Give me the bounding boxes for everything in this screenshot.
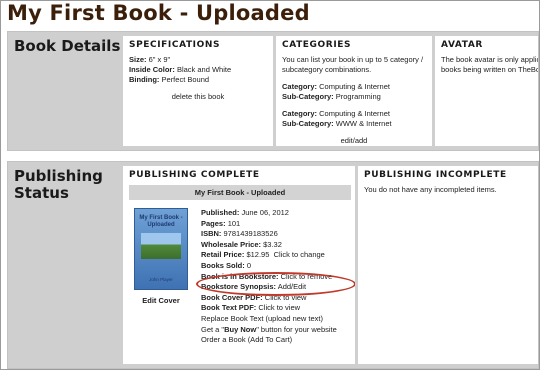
- publishing-incomplete-header: PUBLISHING INCOMPLETE: [364, 170, 507, 180]
- view-text-pdf-link[interactable]: Click to view: [258, 303, 300, 312]
- avatar-header: AVATAR: [441, 40, 483, 50]
- edit-cover-link[interactable]: Edit Cover: [128, 296, 194, 305]
- replace-text-link[interactable]: Replace Book Text (upload new text): [201, 314, 337, 325]
- cover-title: My First Book - Uploaded: [139, 215, 183, 228]
- incomplete-message: You do not have any incompleted items.: [364, 185, 497, 194]
- change-price-link[interactable]: Click to change: [274, 250, 325, 259]
- publishing-incomplete-panel: PUBLISHING INCOMPLETE You do not have an…: [358, 166, 538, 364]
- spec-inside-color: Inside Color: Black and White: [129, 65, 232, 74]
- published-date: Published: June 06, 2012: [201, 208, 289, 217]
- publishing-complete-header: PUBLISHING COMPLETE: [129, 170, 260, 180]
- categories-panel: CATEGORIES You can list your book in up …: [276, 36, 432, 146]
- subcategory-1: Sub-Category: Programming: [282, 92, 381, 101]
- categories-header: CATEGORIES: [282, 40, 352, 50]
- specifications-header: SPECIFICATIONS: [129, 40, 221, 50]
- book-details-label: Book Details: [14, 37, 121, 55]
- isbn: ISBN: 9781439183526: [201, 229, 278, 239]
- screenshot-frame: My First Book - Uploaded Book Details SP…: [0, 0, 540, 370]
- edit-categories-link[interactable]: edit/add: [282, 136, 426, 146]
- avatar-text-1: The book avatar is only applica: [441, 55, 538, 64]
- spec-size: Size: 6" x 9": [129, 55, 171, 64]
- specifications-panel: SPECIFICATIONS Size: 6" x 9" Inside Colo…: [123, 36, 273, 146]
- page-title: My First Book - Uploaded: [7, 1, 310, 25]
- cover-author: John Player: [149, 277, 173, 282]
- categories-intro-1: You can list your book in up to 5 catego…: [282, 55, 424, 64]
- book-title-banner: My First Book - Uploaded: [129, 185, 351, 200]
- retail-price: Retail Price: $12.95 Click to change: [201, 250, 325, 260]
- subcategory-2: Sub-Category: WWW & Internet: [282, 119, 392, 128]
- order-book-link[interactable]: Order a Book (Add To Cart): [201, 335, 337, 346]
- text-pdf: Book Text PDF: Click to view: [201, 303, 301, 313]
- avatar-text-2: books being written on TheBoo: [441, 65, 538, 74]
- buy-now-link[interactable]: Get a "Buy Now" button for your website: [201, 325, 337, 336]
- cover-landscape-picture: [141, 233, 181, 259]
- book-cover-image[interactable]: My First Book - Uploaded John Player: [134, 208, 188, 290]
- page-count: Pages: 101: [201, 218, 241, 228]
- book-details-section: Book Details SPECIFICATIONS Size: 6" x 9…: [7, 31, 539, 151]
- categories-intro-2: subcategory combinations.: [282, 65, 372, 74]
- category-1: Category: Computing & Internet: [282, 82, 390, 91]
- annotation-ellipse: [196, 272, 355, 296]
- avatar-panel: AVATAR The book avatar is only applica b…: [435, 36, 538, 146]
- books-sold: Books Sold: 0: [201, 260, 252, 270]
- publishing-status-section: Publishing Status PUBLISHING COMPLETE My…: [7, 161, 539, 369]
- publishing-complete-panel: PUBLISHING COMPLETE My First Book - Uplo…: [123, 166, 355, 364]
- publishing-status-label: Publishing Status: [14, 167, 103, 202]
- wholesale-price: Wholesale Price: $3.32: [201, 239, 282, 249]
- delete-book-link[interactable]: delete this book: [129, 92, 267, 102]
- spec-binding: Binding: Perfect Bound: [129, 75, 210, 84]
- category-2: Category: Computing & Internet: [282, 109, 390, 118]
